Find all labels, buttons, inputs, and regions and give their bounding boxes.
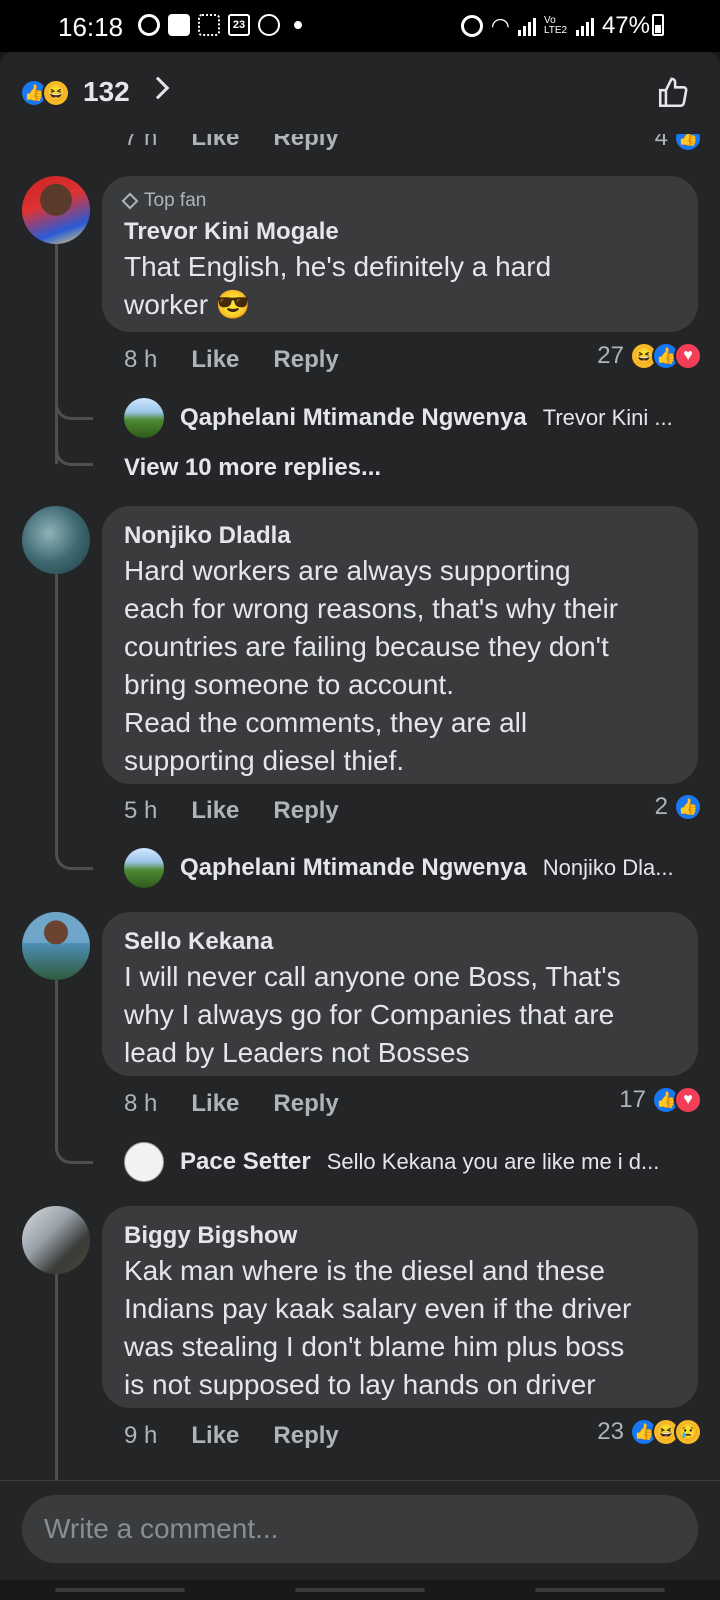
view-more-replies-link[interactable]: View 10 more replies...	[124, 454, 381, 482]
like-link[interactable]: Like	[191, 797, 239, 825]
top-fan-badge: Top fan	[121, 190, 678, 212]
reply-link[interactable]: Reply	[273, 1090, 338, 1118]
comment-bubble[interactable]: Biggy Bigshow Kak man where is the diese…	[102, 1206, 698, 1408]
slack-icon	[198, 14, 220, 36]
comment-actions: 5 h Like Reply	[124, 797, 339, 825]
comment-author[interactable]: Trevor Kini Mogale	[124, 216, 678, 248]
comment-bubble[interactable]: Top fan Trevor Kini Mogale That English,…	[102, 176, 698, 332]
comment-time: 8 h	[124, 346, 158, 373]
love-icon: ♥	[674, 1086, 702, 1114]
reply-text: Trevor Kini ...	[542, 405, 673, 430]
signal-2-icon	[575, 16, 594, 36]
nav-back[interactable]	[535, 1588, 665, 1592]
youtube-icon	[168, 14, 190, 36]
comments-list[interactable]: 7 h Like Reply 4 👍 Top fan Trevor Kini M…	[0, 134, 720, 1480]
status-bar: 16:18 23 ◠ Vo LTE2 47%	[0, 0, 720, 52]
more-notifications-dot-icon	[294, 21, 302, 29]
comment-reactions[interactable]: 27 😆 👍 ♥	[597, 342, 702, 370]
sad-icon: 😢	[674, 1418, 702, 1446]
comment-bubble[interactable]: Sello Kekana I will never call anyone on…	[102, 912, 698, 1076]
chevron-right-icon[interactable]	[146, 76, 170, 100]
love-icon: ♥	[674, 342, 702, 370]
comment-author[interactable]: Nonjiko Dladla	[124, 520, 678, 552]
thread-line	[55, 574, 58, 834]
reply-avatar[interactable]	[124, 1142, 164, 1182]
reply-link[interactable]: Reply	[273, 1422, 338, 1450]
reply-preview[interactable]: Qaphelani Mtimande Ngwenya Trevor Kini .…	[180, 404, 673, 432]
reply-branch-line	[55, 824, 93, 870]
comment-reactions[interactable]: 23 👍 😆 😢	[597, 1418, 702, 1446]
diamond-icon	[121, 192, 139, 210]
battery-icon	[652, 14, 664, 36]
volte-label: Vo LTE2	[543, 15, 568, 36]
comment-author[interactable]: Sello Kekana	[124, 926, 678, 958]
avatar[interactable]	[22, 506, 90, 574]
wifi-icon: ◠	[490, 13, 510, 38]
reply-avatar[interactable]	[124, 848, 164, 888]
alarm-icon	[460, 15, 483, 37]
reply-link[interactable]: Reply	[273, 797, 338, 825]
avatar[interactable]	[22, 1206, 90, 1274]
reply-author[interactable]: Qaphelani Mtimande Ngwenya	[180, 404, 527, 432]
comment-time: 7 h	[124, 134, 158, 151]
reply-branch-line	[55, 374, 93, 420]
comment-author[interactable]: Biggy Bigshow	[124, 1220, 678, 1252]
system-icons: ◠ Vo LTE2 47%	[460, 12, 650, 40]
accessibility-icon	[258, 14, 280, 36]
comment-text: That English, he's definitely a hard wor…	[124, 251, 552, 320]
signal-icon	[517, 16, 536, 36]
like-icon: 👍	[674, 793, 702, 821]
thread-line	[55, 980, 58, 1130]
comment-reactions[interactable]: 17 👍 ♥	[619, 1086, 702, 1114]
comment-text: I will never call anyone one Boss, That'…	[124, 961, 621, 1068]
comment-time: 5 h	[124, 797, 158, 824]
like-link[interactable]: Like	[191, 134, 239, 152]
reply-link[interactable]: Reply	[273, 134, 338, 152]
avatar[interactable]	[22, 176, 90, 244]
thread-line	[55, 1274, 58, 1480]
battery-percent: 47%	[601, 12, 650, 39]
opera-icon	[138, 14, 160, 36]
reply-author[interactable]: Qaphelani Mtimande Ngwenya	[180, 854, 527, 882]
calendar-icon: 23	[228, 14, 250, 36]
comment-actions: 9 h Like Reply	[124, 1422, 339, 1450]
reply-branch-line	[55, 1118, 93, 1164]
reply-text: Sello Kekana you are like me i d...	[326, 1149, 660, 1174]
nav-recents[interactable]	[55, 1588, 185, 1592]
status-time: 16:18	[58, 12, 124, 42]
comment-bubble[interactable]: Nonjiko Dladla Hard workers are always s…	[102, 506, 698, 784]
comment-text: Hard workers are always supporting each …	[124, 555, 619, 776]
reply-preview[interactable]: Qaphelani Mtimande Ngwenya Nonjiko Dla..…	[180, 854, 674, 882]
like-link[interactable]: Like	[191, 1090, 239, 1118]
reply-link[interactable]: Reply	[273, 346, 338, 374]
comment-text: Kak man where is the diesel and these In…	[124, 1255, 632, 1400]
like-link[interactable]: Like	[191, 346, 239, 374]
reply-preview[interactable]: Pace Setter Sello Kekana you are like me…	[180, 1148, 659, 1176]
reply-branch-line	[55, 420, 93, 466]
reply-author[interactable]: Pace Setter	[180, 1148, 311, 1176]
reactions-header: 👍 😆 132	[0, 52, 720, 134]
partial-comment-actions: 7 h Like Reply	[124, 134, 339, 152]
notification-icons: 23	[138, 14, 302, 36]
system-nav-bar	[0, 1580, 720, 1600]
haha-icon: 😆	[42, 79, 70, 107]
comment-reactions[interactable]: 4 👍	[655, 134, 702, 152]
comment-time: 8 h	[124, 1090, 158, 1117]
reaction-count[interactable]: 132	[83, 76, 130, 108]
like-icon: 👍	[674, 134, 702, 152]
like-link[interactable]: Like	[191, 1422, 239, 1450]
comment-time: 9 h	[124, 1422, 158, 1449]
comment-actions: 8 h Like Reply	[124, 1090, 339, 1118]
comment-input[interactable]	[22, 1495, 698, 1563]
reaction-summary[interactable]: 👍 😆	[20, 79, 70, 107]
reply-text: Nonjiko Dla...	[542, 855, 674, 880]
avatar[interactable]	[22, 912, 90, 980]
comment-reactions[interactable]: 2 👍	[655, 793, 702, 821]
reply-avatar[interactable]	[124, 398, 164, 438]
nav-home[interactable]	[295, 1588, 425, 1592]
like-button-icon[interactable]	[656, 76, 690, 110]
comment-actions: 8 h Like Reply	[124, 346, 339, 374]
